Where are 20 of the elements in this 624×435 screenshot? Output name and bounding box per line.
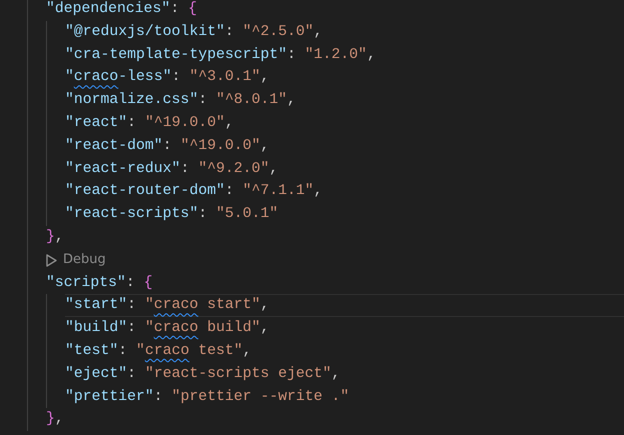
- play-icon[interactable]: [46, 254, 57, 267]
- code-line: "start": "craco start",: [65, 294, 624, 318]
- code-line: },: [46, 410, 65, 430]
- code-line: "react-dom": "^19.0.0",: [65, 136, 270, 156]
- code-line: "normalize.css": "^8.0.1",: [65, 91, 297, 110]
- code-line: "react-scripts": "5.0.1": [65, 205, 280, 224]
- debug-link[interactable]: Debug: [63, 248, 106, 272]
- code-line: "build": "craco build",: [65, 319, 270, 338]
- code-line: },: [46, 228, 65, 247]
- code-line: "craco-less": "^3.0.1",: [65, 68, 270, 88]
- code-line: "react-redux": "^9.2.0",: [65, 160, 280, 179]
- code-line: "scripts": {: [46, 274, 154, 293]
- code-line: "dependencies": {: [46, 0, 198, 19]
- code-line: "react-router-dom": "^7.1.1",: [65, 182, 324, 202]
- code-line: "test": "craco test",: [65, 342, 253, 361]
- code-line: "eject": "react-scripts eject",: [65, 364, 342, 384]
- code-line: "@reduxjs/toolkit": "^2.5.0",: [65, 22, 324, 42]
- code-line: "prettier": "prettier --write .": [65, 388, 350, 407]
- code-line: "cra-template-typescript": "1.2.0",: [65, 46, 377, 65]
- code-line: "react": "^19.0.0",: [65, 114, 235, 133]
